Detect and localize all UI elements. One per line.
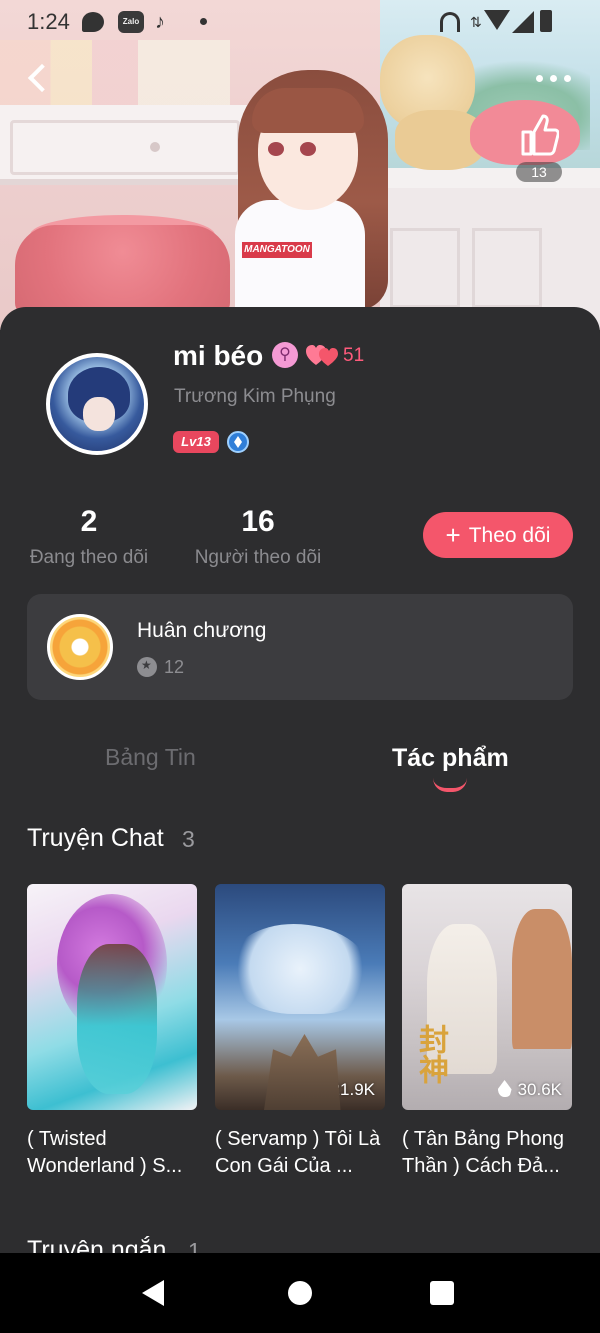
tiktok-icon: ♪ (155, 11, 165, 33)
following-label: Đang theo dõi (29, 547, 149, 568)
following-count: 2 (80, 505, 98, 538)
nav-recents-icon[interactable] (430, 1281, 454, 1305)
book-views: 21.9K (310, 1080, 375, 1100)
hearts-icon (306, 345, 338, 366)
nav-back-icon[interactable] (142, 1280, 164, 1306)
book-card[interactable]: 30.6K ( Tân Bảng Phong Thần ) Cách Đả... (402, 884, 572, 1180)
following-stat[interactable]: 2 Đang theo dõi (14, 505, 164, 569)
level-badge[interactable]: Lv13 (173, 431, 219, 453)
like-count: 13 (516, 162, 562, 182)
female-gender-icon: ⚲ (272, 342, 298, 368)
verified-badge-icon[interactable] (227, 431, 249, 453)
book-title: ( Tân Bảng Phong Thần ) Cách Đả... (402, 1128, 564, 1177)
book-card[interactable]: ( Twisted Wonderland ) S... (27, 884, 197, 1180)
back-button[interactable] (20, 60, 56, 96)
notification-dot-icon (200, 18, 207, 25)
book-cover (27, 884, 197, 1110)
follow-button[interactable]: + Theo dõi (423, 512, 573, 558)
book-card[interactable]: 21.9K ( Servamp ) Tôi Là Con Gái Của ... (215, 884, 385, 1180)
flame-icon (497, 1080, 512, 1097)
followers-stat[interactable]: 16 Người theo dõi (183, 505, 333, 569)
avatar[interactable] (46, 353, 148, 455)
medal-icon (47, 614, 113, 680)
chat-bubble-icon (82, 12, 104, 32)
shirt-logo: MANGATOON (242, 242, 312, 258)
nav-home-icon[interactable] (288, 1281, 312, 1305)
book-cover: 30.6K (402, 884, 572, 1110)
book-title: ( Twisted Wonderland ) S... (27, 1128, 183, 1177)
star-icon (137, 657, 157, 677)
follow-button-label: Theo dõi (468, 524, 551, 547)
book-views: 30.6K (497, 1080, 562, 1100)
tab-works[interactable]: Tác phẩm (392, 744, 509, 773)
followers-label: Người theo dõi (194, 547, 322, 568)
section-title-chat-stories: Truyện Chat (27, 824, 164, 852)
battery-icon (540, 10, 552, 32)
book-title: ( Servamp ) Tôi Là Con Gái Của ... (215, 1128, 381, 1177)
book-cover: 21.9K (215, 884, 385, 1110)
tab-feed[interactable]: Bảng Tin (105, 744, 196, 771)
status-time: 1:24 (27, 9, 70, 34)
flame-icon (310, 1080, 325, 1097)
headphones-icon (440, 12, 460, 32)
plus-icon: + (445, 520, 461, 550)
wifi-icon (484, 10, 510, 30)
hearts-count: 51 (343, 345, 365, 366)
real-name: Trương Kim Phụng (174, 386, 336, 407)
section-count-chat-stories: 3 (182, 826, 195, 852)
followers-count: 16 (241, 505, 275, 538)
system-navigation-bar (0, 1253, 600, 1333)
medals-count: 12 (164, 657, 185, 677)
like-button[interactable]: 13 (508, 108, 570, 188)
zalo-icon: Zalo (118, 11, 144, 33)
status-bar: 1:24 Zalo ♪ ⇅ (0, 0, 600, 44)
thumbs-up-icon (521, 114, 559, 156)
medals-title: Huân chương (137, 619, 267, 642)
more-options-button[interactable] (530, 62, 576, 92)
signal-icon (512, 11, 534, 33)
username: mi béo (173, 340, 264, 371)
